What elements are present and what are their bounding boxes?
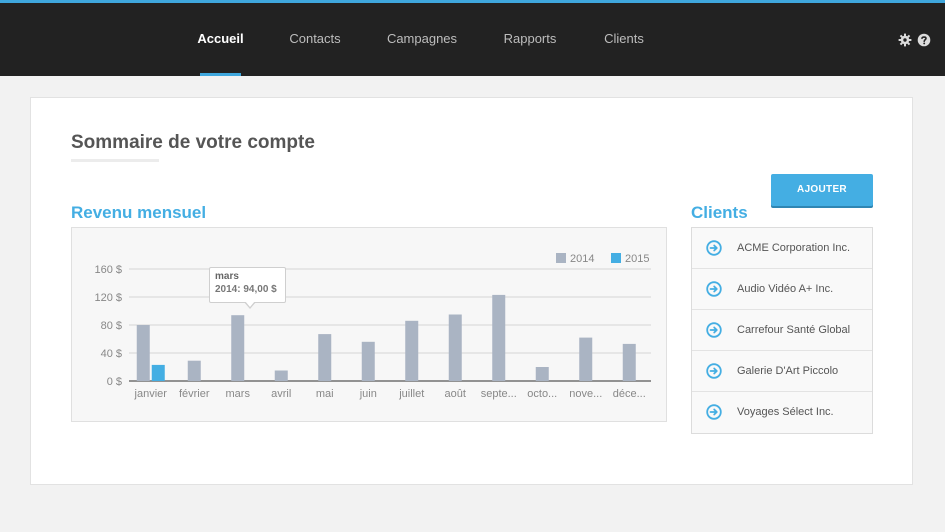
y-tick-label: 40 $	[101, 348, 122, 360]
tooltip-arrow-inner	[245, 301, 255, 307]
gear-icon[interactable]	[898, 33, 912, 47]
client-name: Voyages Sélect Inc.	[737, 406, 834, 418]
arrow-circle-right-icon	[706, 240, 722, 256]
y-tick-label: 160 $	[94, 264, 122, 276]
active-nav-indicator	[200, 73, 241, 76]
help-icon[interactable]	[917, 33, 931, 47]
tooltip-value: 2014: 94,00 $	[215, 284, 277, 295]
nav-item-clients[interactable]: Clients	[598, 3, 650, 76]
clients-list: ACME Corporation Inc. Audio Vidéo A+ Inc…	[691, 227, 873, 434]
y-tick-label: 120 $	[94, 292, 122, 304]
arrow-circle-right-icon	[706, 322, 722, 338]
x-tick-label: nove...	[569, 388, 602, 400]
clients-section-title: Clients	[691, 203, 748, 222]
bar-2014-7	[448, 314, 462, 381]
x-tick-label: mai	[316, 388, 334, 400]
chart-tooltip: mars 2014: 94,00 $	[209, 267, 286, 303]
arrow-circle-right-icon	[706, 363, 722, 379]
x-tick-label: janvier	[134, 388, 168, 400]
nav-item-contacts[interactable]: Contacts	[284, 3, 346, 76]
x-tick-label: septe...	[481, 388, 517, 400]
nav-item-rapports[interactable]: Rapports	[498, 3, 562, 76]
arrow-circle-right-icon	[706, 404, 722, 420]
client-item-voyages[interactable]: Voyages Sélect Inc.	[692, 392, 872, 433]
legend-label-2015: 2015	[625, 253, 649, 265]
client-item-audio-video[interactable]: Audio Vidéo A+ Inc.	[692, 269, 872, 310]
bar-2014-10	[579, 337, 593, 381]
bar-2014-4	[318, 334, 332, 381]
y-tick-label: 0 $	[107, 376, 122, 388]
x-tick-label: février	[179, 388, 210, 400]
client-name: ACME Corporation Inc.	[737, 242, 851, 254]
legend-label-2014: 2014	[570, 253, 594, 265]
bar-2014-9	[535, 367, 549, 381]
client-item-carrefour[interactable]: Carrefour Santé Global	[692, 310, 872, 351]
bar-2014-5	[361, 341, 375, 381]
client-name: Galerie D'Art Piccolo	[737, 365, 839, 377]
bar-2014-0	[136, 325, 150, 381]
client-item-acme[interactable]: ACME Corporation Inc.	[692, 228, 872, 269]
client-item-galerie[interactable]: Galerie D'Art Piccolo	[692, 351, 872, 392]
legend-swatch-2014	[556, 253, 566, 263]
x-tick-label: juin	[359, 388, 377, 400]
page-title: Sommaire de votre compte	[71, 132, 315, 153]
title-underline	[71, 159, 159, 162]
arrow-circle-right-icon	[706, 281, 722, 297]
bar-2014-8	[492, 294, 506, 381]
x-tick-label: juillet	[398, 388, 424, 400]
revenue-chart: 0 $ 40 $ 80 $ 120 $ 160 $ janvier février mars a…	[94, 253, 651, 400]
bar-2014-2	[231, 315, 245, 381]
tooltip-title: mars	[215, 271, 239, 282]
bar-2014-3	[274, 370, 288, 381]
add-button[interactable]: AJOUTER	[771, 174, 873, 206]
revenue-section-title: Revenu mensuel	[71, 203, 207, 222]
x-tick-label: octo...	[527, 388, 557, 400]
revenue-chart-panel: 0 $ 40 $ 80 $ 120 $ 160 $ janvier février mars a…	[71, 227, 667, 422]
x-tick-label: août	[445, 388, 466, 400]
x-tick-label: mars	[226, 388, 251, 400]
client-name: Audio Vidéo A+ Inc.	[737, 283, 834, 295]
nav-item-accueil[interactable]: Accueil	[196, 3, 245, 76]
bar-2014-1	[187, 360, 201, 381]
bar-2015-0	[151, 364, 165, 381]
bar-2014-6	[405, 320, 419, 381]
x-tick-label: avril	[271, 388, 291, 400]
bar-2014-11	[622, 343, 636, 381]
client-name: Carrefour Santé Global	[737, 324, 851, 336]
top-navbar: Accueil Contacts Campagnes Rapports Clie…	[0, 3, 945, 76]
y-tick-label: 80 $	[101, 320, 122, 332]
x-tick-label: déce...	[613, 388, 646, 400]
legend-swatch-2015	[611, 253, 621, 263]
nav-item-campagnes[interactable]: Campagnes	[383, 3, 461, 76]
